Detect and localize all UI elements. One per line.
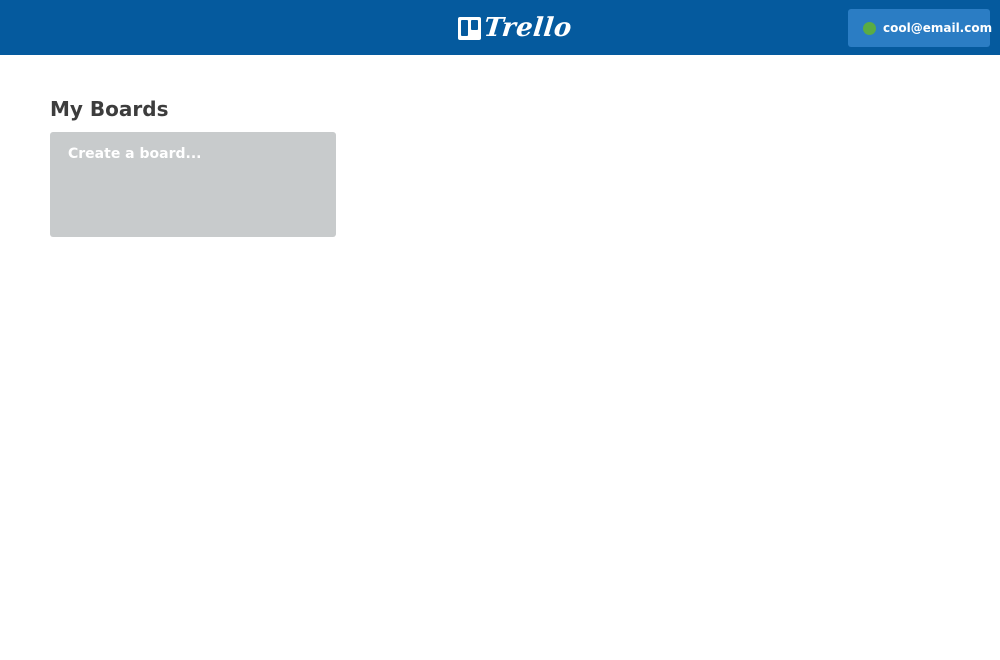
- trello-board-icon: [458, 16, 481, 40]
- page-title: My Boards: [50, 97, 169, 121]
- online-status-icon: [863, 21, 876, 35]
- create-board-label: Create a board...: [68, 146, 202, 162]
- account-menu-button[interactable]: cool@email.com: [848, 9, 993, 47]
- create-board-button[interactable]: Create a board...: [50, 132, 336, 237]
- logo-text: Trello: [482, 13, 574, 43]
- trello-logo[interactable]: Trello: [458, 13, 574, 43]
- top-header: Trello cool@email.com: [0, 0, 1000, 55]
- account-email: cool@email.com: [883, 21, 993, 35]
